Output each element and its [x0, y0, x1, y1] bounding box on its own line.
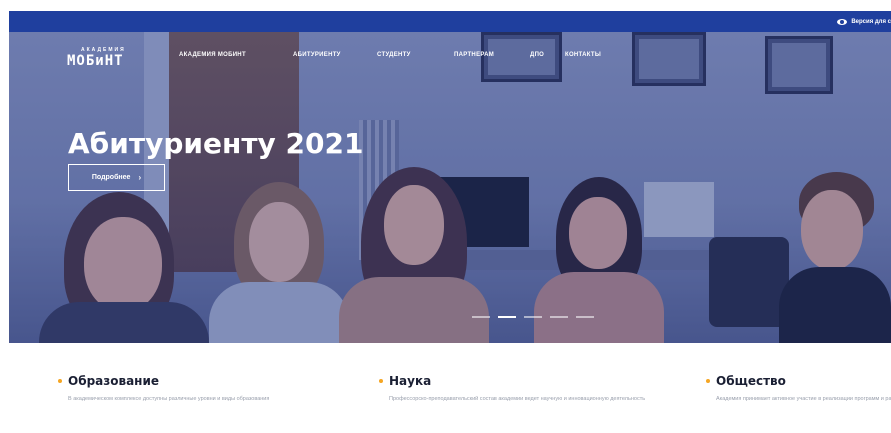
logo-main-text: МОБиНТ — [67, 53, 124, 69]
nav-item-partners[interactable]: Партнерам — [454, 52, 494, 58]
nav-item-applicants[interactable]: Абитуриенту — [293, 52, 341, 58]
nav-item-academy[interactable]: Академия МОБиНТ — [179, 52, 246, 58]
hero-banner: АКАДЕМИЯ МОБиНТ Академия МОБиНТ Абитурие… — [9, 32, 891, 343]
more-button[interactable]: Подробнее › — [68, 164, 165, 191]
bullet-icon — [379, 379, 383, 383]
feature-title[interactable]: Общество — [716, 374, 786, 388]
chevron-right-icon: › — [138, 173, 142, 182]
slider-dot[interactable] — [524, 316, 542, 318]
visually-impaired-link[interactable]: Версия для с — [837, 14, 891, 29]
slider-dot[interactable] — [472, 316, 490, 318]
slider-dot[interactable] — [550, 316, 568, 318]
features-section: Образование В академическом комплексе до… — [9, 343, 891, 433]
bullet-icon — [706, 379, 710, 383]
more-button-label: Подробнее — [91, 174, 131, 181]
feature-text: В академическом комплексе доступны разли… — [68, 396, 270, 402]
logo[interactable]: АКАДЕМИЯ МОБиНТ — [67, 47, 137, 69]
feature-science: Наука Профессорско-преподавательский сос… — [379, 374, 669, 405]
hero-title: Абитуриенту 2021 — [68, 127, 364, 160]
feature-title[interactable]: Наука — [389, 374, 431, 388]
eye-icon — [837, 18, 848, 25]
bullet-icon — [58, 379, 62, 383]
slider-dot[interactable] — [576, 316, 594, 318]
nav-item-contacts[interactable]: Контакты — [565, 52, 601, 58]
left-margin — [0, 0, 9, 433]
feature-education: Образование В академическом комплексе до… — [58, 374, 348, 405]
visually-impaired-label: Версия для с — [851, 18, 891, 25]
slider-dot-active[interactable] — [498, 316, 516, 318]
nav-item-students[interactable]: Студенту — [377, 52, 411, 58]
feature-text: Профессорско-преподавательский состав ак… — [389, 396, 646, 402]
top-bar: Версия для с — [9, 11, 891, 32]
nav-item-dpo[interactable]: ДПО — [530, 52, 544, 58]
slider-dots — [472, 316, 594, 318]
feature-text: Академия принимает активное участие в ре… — [716, 396, 891, 402]
feature-title[interactable]: Образование — [68, 374, 159, 388]
feature-society: Общество Академия принимает активное уча… — [706, 374, 891, 405]
